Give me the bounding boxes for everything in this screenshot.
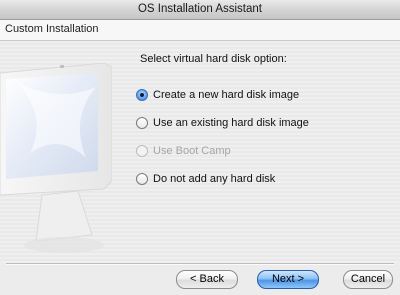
radio-use-existing-disk[interactable] <box>136 117 148 129</box>
button-bar: < Back Next > Cancel <box>0 265 400 295</box>
disk-option-prompt: Select virtual hard disk option: <box>140 53 287 65</box>
option-use-existing-disk[interactable]: Use an existing hard disk image <box>136 115 309 131</box>
installer-window: OS Installation Assistant Custom Install… <box>0 0 400 295</box>
option-no-hard-disk[interactable]: Do not add any hard disk <box>136 171 275 187</box>
option-use-boot-camp: Use Boot Camp <box>136 143 231 159</box>
option-label: Use Boot Camp <box>153 145 231 157</box>
content-pane: Select virtual hard disk option: Create … <box>0 41 400 263</box>
step-header: Custom Installation <box>0 20 400 41</box>
option-label: Create a new hard disk image <box>153 89 300 101</box>
option-label: Use an existing hard disk image <box>153 117 309 129</box>
radio-use-boot-camp <box>136 145 148 157</box>
step-title: Custom Installation <box>5 23 99 35</box>
window-title: OS Installation Assistant <box>137 3 262 15</box>
radio-create-new-disk[interactable] <box>136 89 148 101</box>
window-titlebar[interactable]: OS Installation Assistant <box>0 0 400 20</box>
option-label: Do not add any hard disk <box>153 173 276 185</box>
option-create-new-disk[interactable]: Create a new hard disk image <box>136 87 299 103</box>
cancel-button[interactable]: Cancel <box>343 270 393 289</box>
next-button[interactable]: Next > <box>257 270 319 289</box>
computer-monitor-illustration <box>0 63 112 253</box>
radio-no-hard-disk[interactable] <box>136 173 148 185</box>
back-button[interactable]: < Back <box>176 270 238 289</box>
